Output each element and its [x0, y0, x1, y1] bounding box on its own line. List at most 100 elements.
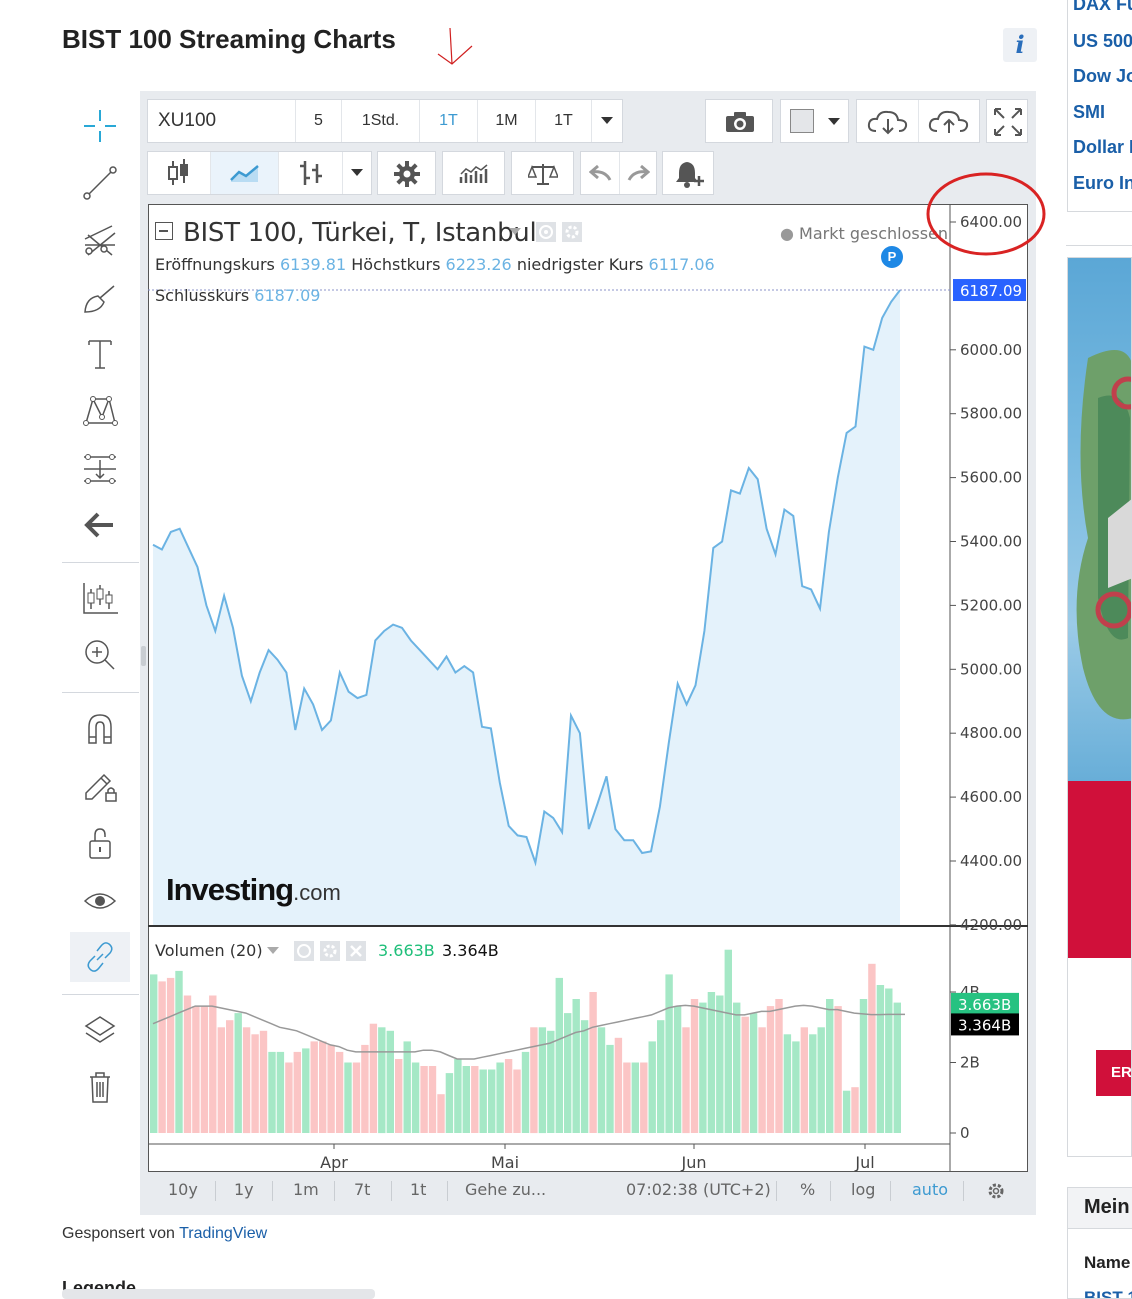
symbol-input[interactable]: XU100 [148, 100, 296, 142]
volume-bar [631, 1062, 639, 1133]
area-chart-icon [229, 165, 259, 182]
chart-style-dropdown[interactable] [780, 99, 849, 143]
zoom-in-icon [85, 640, 115, 670]
fibonacci-tool[interactable] [70, 216, 130, 266]
arrow-left-icon [84, 512, 113, 538]
trendline-tool[interactable] [70, 158, 130, 208]
volume-axis-label: 2B [960, 1054, 980, 1072]
visibility-tool[interactable] [70, 876, 130, 926]
volume-bar [648, 1041, 656, 1133]
advertisement[interactable]: ER [1067, 257, 1132, 1157]
range-1m[interactable]: 1m [293, 1180, 319, 1199]
series-settings[interactable] [562, 222, 582, 242]
panel-collapse-handle[interactable] [141, 646, 146, 666]
ad-cta-button[interactable]: ER [1096, 1050, 1131, 1096]
caret-down-icon[interactable] [509, 228, 521, 236]
info-button[interactable]: i [1003, 28, 1037, 62]
magnet-tool[interactable] [70, 704, 130, 754]
zoom-tool[interactable] [70, 630, 130, 680]
volume-bar [420, 1066, 428, 1133]
volume-bar [724, 949, 732, 1133]
sidebar-border [1067, 211, 1132, 212]
caret-down-icon[interactable] [267, 947, 279, 955]
volume-bar [640, 1062, 648, 1133]
gear-icon[interactable] [986, 1181, 1006, 1201]
settings-button[interactable] [377, 151, 436, 195]
sidebar-link-smi[interactable]: SMI [1073, 102, 1105, 123]
chart-type-dropdown[interactable] [343, 152, 371, 194]
unlock-icon [89, 828, 111, 859]
snapshot-button[interactable] [705, 99, 773, 143]
compare-button[interactable] [511, 151, 574, 195]
pattern-tool[interactable] [70, 386, 130, 436]
redo-button[interactable] [620, 152, 656, 194]
sidebar-link-dollar[interactable]: Dollar I [1073, 137, 1132, 158]
indicators-button[interactable] [442, 151, 505, 195]
volume-bar [437, 1094, 445, 1133]
volume-bar [226, 1020, 234, 1133]
crosshair-tool[interactable] [70, 101, 130, 151]
caret-down-icon [601, 117, 613, 124]
market-status: ● Markt geschlossen [780, 224, 948, 243]
horizontal-scrollbar[interactable] [62, 1289, 375, 1299]
layers-icon [84, 1016, 116, 1043]
chart-patterns-tool[interactable] [70, 574, 130, 624]
visibility-toggle[interactable] [536, 222, 556, 242]
volume-bar [175, 970, 183, 1133]
volume-visibility-toggle[interactable] [294, 941, 314, 961]
bar-separator [776, 1181, 777, 1201]
stay-drawing-tool[interactable] [70, 760, 130, 810]
sidebar-link-dax[interactable]: DAX Fu [1073, 0, 1132, 15]
sidebar-link-dow[interactable]: Dow Jo [1073, 66, 1132, 87]
fullscreen-button[interactable] [986, 99, 1028, 143]
interval-button[interactable]: 1M [478, 100, 536, 142]
volume-bar [335, 1051, 344, 1133]
marker-badge[interactable]: P [881, 246, 903, 268]
sponsor-link[interactable]: TradingView [179, 1225, 267, 1242]
percent-toggle[interactable]: % [800, 1180, 815, 1199]
candles-button[interactable] [148, 152, 211, 194]
alert-button[interactable] [662, 151, 714, 195]
area-chart-button[interactable] [211, 152, 279, 194]
range-1y[interactable]: 1y [234, 1180, 254, 1199]
load-chart-button[interactable] [857, 100, 919, 142]
interval-button[interactable]: 1Std. [342, 100, 420, 142]
interval-button[interactable]: 1T [536, 100, 592, 142]
interval-dropdown[interactable] [592, 100, 622, 142]
range-10y[interactable]: 10y [168, 1180, 198, 1199]
range-1t[interactable]: 1t [410, 1180, 426, 1199]
bar-separator [215, 1181, 216, 1201]
annotation-circle [926, 172, 1046, 256]
watchlist-row-link[interactable]: BIST 1 [1084, 1288, 1132, 1298]
log-toggle[interactable]: log [851, 1180, 875, 1199]
volume-settings[interactable] [320, 941, 340, 961]
clock-display[interactable]: 07:02:38 (UTC+2) [626, 1180, 771, 1199]
volume-remove[interactable] [346, 941, 366, 961]
layers-tool[interactable] [70, 1006, 130, 1056]
sidebar-link-euro[interactable]: Euro In [1073, 173, 1132, 194]
bars-button[interactable] [279, 152, 343, 194]
undo-button[interactable] [581, 152, 620, 194]
brush-icon [84, 285, 115, 313]
lock-tool[interactable] [70, 818, 130, 868]
auto-toggle[interactable]: auto [912, 1180, 948, 1199]
save-chart-button[interactable] [919, 100, 979, 142]
sync-tool[interactable] [70, 932, 130, 982]
watermark-suffix: .com [293, 880, 341, 905]
measure-tool[interactable] [70, 444, 130, 494]
volume-bar [268, 1051, 276, 1133]
brush-tool[interactable] [70, 273, 130, 323]
ohlc-bars-icon [299, 161, 322, 185]
volume-bar [842, 1090, 851, 1133]
interval-button[interactable]: 5 [296, 100, 342, 142]
remove-drawings-tool[interactable] [70, 1062, 130, 1112]
range-7t[interactable]: 7t [354, 1180, 370, 1199]
chart-svg: 6400.006187.096000.005800.005600.005400.… [148, 204, 1028, 1172]
collapse-legend-button[interactable] [155, 222, 173, 240]
sidebar-link-us500[interactable]: US 500 [1073, 31, 1132, 52]
goto-date-button[interactable]: Gehe zu... [465, 1180, 546, 1199]
text-tool[interactable] [70, 329, 130, 379]
volume-bar [521, 1051, 530, 1133]
back-tool[interactable] [70, 500, 130, 550]
interval-button-active[interactable]: 1T [420, 100, 478, 142]
